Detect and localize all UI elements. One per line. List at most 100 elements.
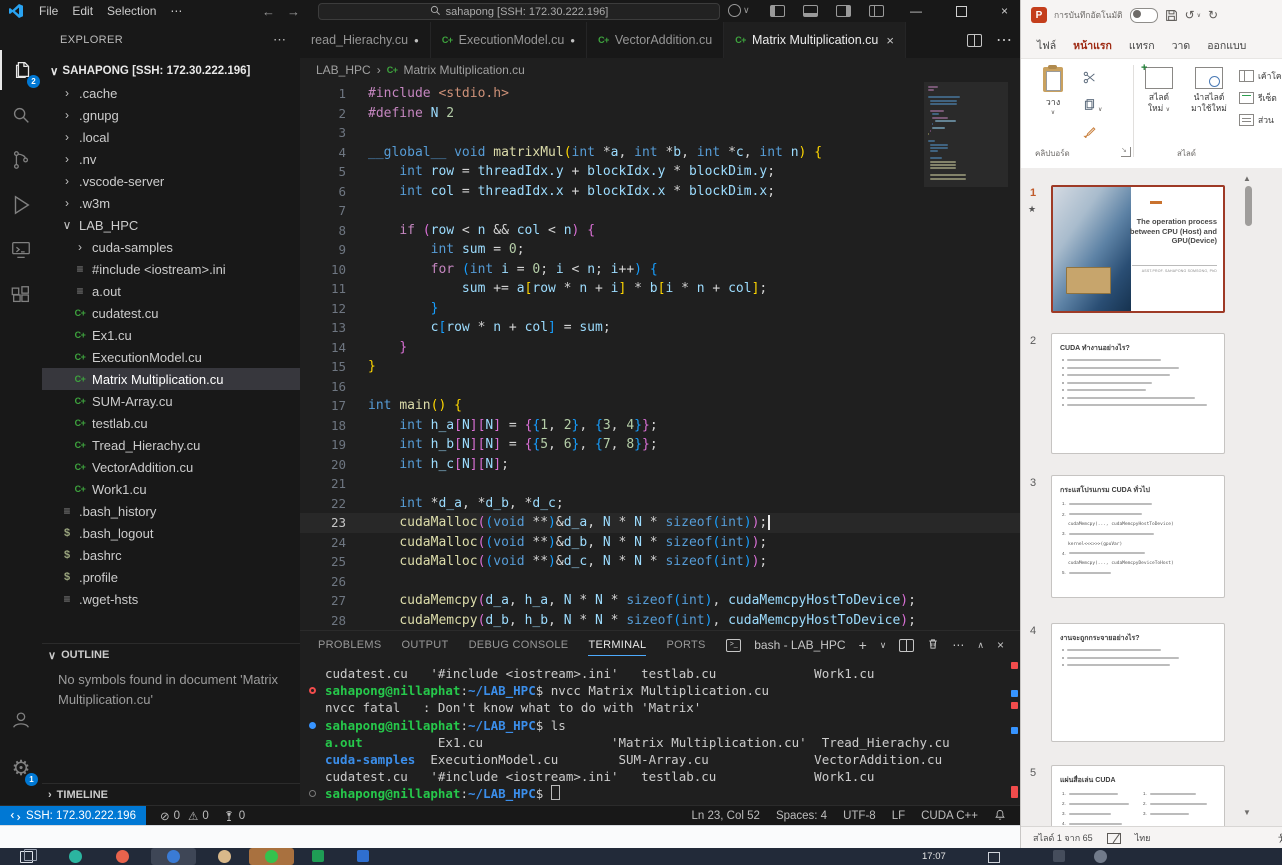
explorer-item[interactable]: ≡#include <iostream>.ini [42, 258, 300, 280]
ppt-tab-ออกแบบ[interactable]: ออกแบบ [1207, 37, 1246, 59]
editor-more-actions-icon[interactable]: ⋯ [996, 30, 1012, 50]
remote-explorer-icon[interactable] [0, 230, 42, 270]
explorer-item[interactable]: ›.cache [42, 82, 300, 104]
code-line[interactable]: 6 int col = threadIdx.x + blockIdx.x * b… [300, 182, 1020, 202]
terminal-line[interactable]: nvcc fatal : Don't know what to do with … [300, 699, 1020, 716]
outline-section-header[interactable]: ∨ OUTLINE [42, 643, 301, 666]
layout-button[interactable]: เค้าโครง [1239, 69, 1282, 83]
terminal-line[interactable]: a.out Ex1.cu 'Matrix Multiplication.cu' … [300, 734, 1020, 751]
code-line[interactable]: 1#include <stdio.h> [300, 84, 1020, 104]
scroll-down-icon[interactable]: ▼ [1243, 808, 1251, 817]
toggle-secondary-sidebar-icon[interactable] [836, 5, 851, 17]
paste-button[interactable]: วาง ∨ [1033, 67, 1073, 116]
code-line[interactable]: 28 cudaMemcpy(d_b, h_b, N * N * sizeof(i… [300, 611, 1020, 631]
notifications-bell-icon[interactable] [994, 809, 1006, 824]
remote-status-button[interactable]: SSH: 172.30.222.196 [0, 806, 146, 826]
extensions-icon[interactable] [0, 275, 42, 315]
clipboard-dialog-launcher-icon[interactable]: ↘ [1121, 147, 1131, 157]
save-icon[interactable] [1165, 9, 1178, 22]
explorer-item[interactable]: C+cudatest.cu [42, 302, 300, 324]
explorer-item[interactable]: ›.nv [42, 148, 300, 170]
timeline-section-header[interactable]: › TIMELINE [42, 783, 301, 805]
close-tab-icon[interactable]: × [886, 33, 894, 48]
explorer-item[interactable]: ≡.bash_history [42, 500, 300, 522]
terminal-line[interactable]: cudatest.cu '#include <iostream>.ini' te… [300, 768, 1020, 785]
notes-icon[interactable] [1107, 833, 1121, 844]
code-line[interactable]: 11 sum += a[row * n + i] * b[i * n + col… [300, 279, 1020, 299]
search-view-icon[interactable] [0, 95, 42, 135]
explorer-more-actions-icon[interactable]: ⋯ [273, 32, 286, 48]
slide-thumbnail[interactable]: กระแสโปรแกรม CUDA ทั่วไป1.2.cudaMemcpy(.… [1051, 475, 1225, 598]
code-line[interactable]: 3 [300, 123, 1020, 143]
panel-tab-debug-console[interactable]: DEBUG CONSOLE [469, 639, 569, 651]
minimize-button[interactable]: — [902, 4, 930, 18]
reuse-slides-button[interactable]: นำสไลด์ มาใช้ใหม่ [1183, 67, 1235, 114]
explorer-item[interactable]: ≡a.out [42, 280, 300, 302]
split-terminal-icon[interactable] [899, 639, 914, 652]
code-line[interactable]: 21 [300, 474, 1020, 494]
menu-item[interactable]: ⋯ [163, 4, 189, 18]
code-line[interactable]: 5 int row = threadIdx.y + blockIdx.y * b… [300, 162, 1020, 182]
ppt-tab-วาด[interactable]: วาด [1172, 37, 1191, 59]
code-line[interactable]: 12 } [300, 299, 1020, 319]
taskbar-app-icon[interactable] [1094, 850, 1107, 863]
ppt-tab-แทรก[interactable]: แทรก [1129, 37, 1155, 59]
taskbar-clock[interactable]: 17:07 [922, 851, 946, 862]
slide-thumbnail[interactable]: งานจะถูกกระจายอย่างไร? [1051, 623, 1225, 742]
code-line[interactable]: 10 for (int i = 0; i < n; i++) { [300, 260, 1020, 280]
accessibility-status[interactable]: ก [1276, 831, 1282, 845]
explorer-item[interactable]: ∨LAB_HPC [42, 214, 300, 236]
redo-icon[interactable]: ↻ [1208, 8, 1218, 22]
taskbar-app-icon[interactable] [357, 850, 369, 862]
code-line[interactable]: 14 } [300, 338, 1020, 358]
code-line[interactable]: 17int main() { [300, 396, 1020, 416]
menu-item[interactable]: Selection [100, 4, 163, 18]
editor-tab[interactable]: C+VectorAddition.cu [587, 22, 724, 58]
source-control-icon[interactable] [0, 140, 42, 180]
code-line[interactable]: 26 [300, 572, 1020, 592]
nav-forward-icon[interactable]: → [287, 4, 300, 19]
editor-tab[interactable]: read_Hierachy.cu● [300, 22, 431, 58]
code-line[interactable]: 23 cudaMalloc((void **)&d_a, N * N * siz… [300, 513, 1020, 533]
command-center-search[interactable]: sahapong [SSH: 172.30.222.196] [318, 3, 720, 20]
terminal-instance-label[interactable]: bash - LAB_HPC [754, 638, 845, 652]
code-line[interactable]: 2#define N 2 [300, 104, 1020, 124]
slide-panel-scrollbar[interactable] [1245, 186, 1252, 226]
close-button[interactable]: × [993, 4, 1016, 18]
undo-icon[interactable]: ↺∨ [1185, 8, 1201, 22]
explorer-item[interactable]: $.bash_logout [42, 522, 300, 544]
explorer-item[interactable]: C+Tread_Hierachy.cu [42, 434, 300, 456]
cut-icon[interactable] [1083, 71, 1102, 89]
explorer-item[interactable]: ›cuda-samples [42, 236, 300, 258]
explorer-item[interactable]: C+Matrix Multiplication.cu [42, 368, 300, 390]
explorer-item[interactable]: C+VectorAddition.cu [42, 456, 300, 478]
cursor-position[interactable]: Ln 23, Col 52 [692, 810, 760, 822]
slide-thumbnail[interactable]: CUDA ทำงานอย่างไร? [1051, 333, 1225, 454]
indentation[interactable]: Spaces: 4 [776, 810, 827, 822]
toggle-panel-icon[interactable] [803, 5, 818, 17]
code-line[interactable]: 18 int h_a[N][N] = {{1, 2}, {3, 4}}; [300, 416, 1020, 436]
remote-menu-icon[interactable]: ∨ [728, 4, 750, 17]
panel-tab-problems[interactable]: PROBLEMS [318, 639, 382, 651]
terminal-line[interactable]: cuda-samples ExecutionModel.cu SUM-Array… [300, 751, 1020, 768]
maximize-panel-icon[interactable]: ∧ [977, 640, 984, 651]
panel-tab-ports[interactable]: PORTS [666, 639, 705, 651]
explorer-item[interactable]: ›.w3m [42, 192, 300, 214]
new-slide-button[interactable]: + สไลด์ ใหม่ ∨ [1139, 67, 1179, 116]
explorer-item[interactable]: $.profile [42, 566, 300, 588]
minimap[interactable] [928, 86, 1004, 181]
code-line[interactable]: 15} [300, 357, 1020, 377]
taskbar-app-icon[interactable] [116, 850, 129, 863]
code-line[interactable]: 19 int h_b[N][N] = {{5, 6}, {7, 8}}; [300, 435, 1020, 455]
terminal-line[interactable]: sahapong@nillaphat:~/LAB_HPC$ [300, 785, 1020, 802]
terminal-line[interactable]: cudatest.cu '#include <iostream>.ini' te… [300, 665, 1020, 682]
taskbar-active-app-slot[interactable] [249, 848, 294, 865]
taskbar-app-icon[interactable] [312, 850, 324, 862]
panel-tab-terminal[interactable]: TERMINAL [588, 639, 646, 656]
kill-terminal-icon[interactable] [927, 638, 939, 653]
nav-back-icon[interactable]: ← [262, 4, 275, 19]
language-mode[interactable]: CUDA C++ [921, 810, 978, 822]
new-terminal-icon[interactable]: + [859, 637, 867, 653]
explorer-item[interactable]: ≡.wget-hsts [42, 588, 300, 610]
taskbar-active-app-slot[interactable] [151, 848, 196, 865]
